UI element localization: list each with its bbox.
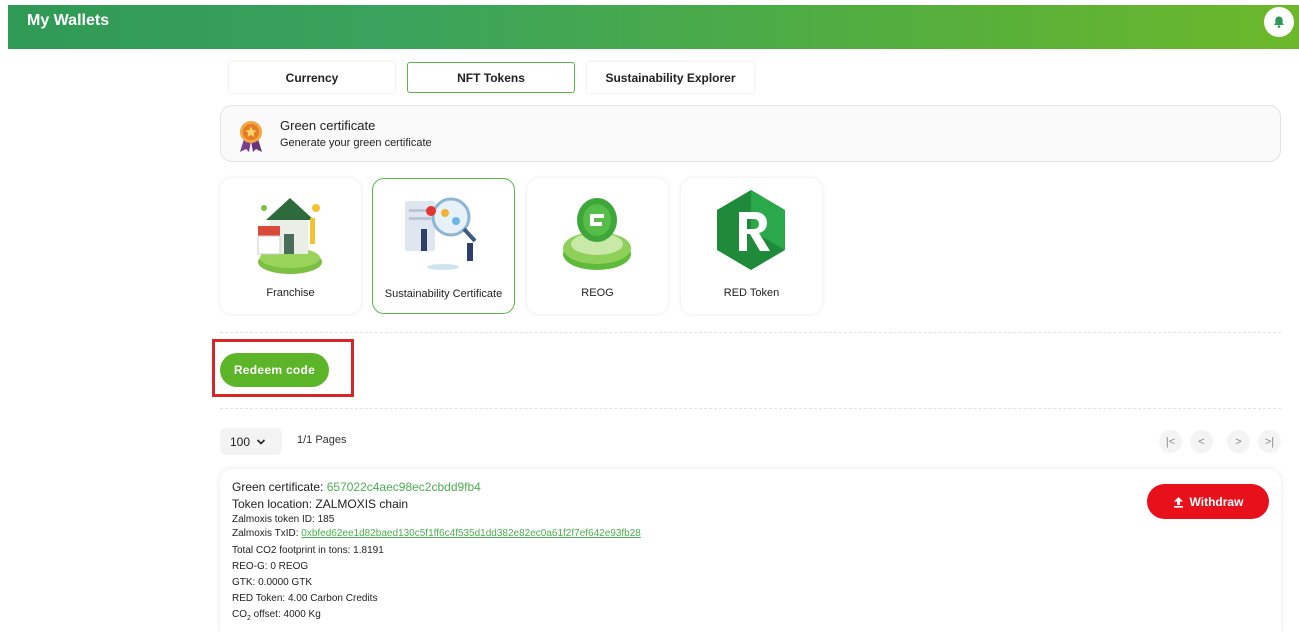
nft-card-sustainability-certificate[interactable]: Sustainability Certificate (372, 178, 515, 314)
token-id: Zalmoxis token ID: 185 (232, 514, 335, 525)
token-card: Green certificate: 657022c4aec98ec2cbdd9… (220, 469, 1281, 632)
txid-link[interactable]: 0xbfed62ee1d82baed130c5f1ff6c4f535d1dd38… (301, 528, 641, 539)
certificate-line: Green certificate: 657022c4aec98ec2cbdd9… (232, 480, 481, 494)
redeem-code-button[interactable]: Redeem code (220, 353, 329, 387)
gtk-balance: GTK: 0.0000 GTK (232, 577, 313, 588)
bell-icon (1274, 16, 1284, 28)
nft-card-reog[interactable]: REOG (527, 178, 668, 314)
co2-footprint: Total CO2 footprint in tons: 1.8191 (232, 545, 384, 556)
certificate-label: Green certificate: (232, 480, 327, 494)
nft-card-label: Franchise (266, 287, 315, 299)
award-medal-icon (240, 121, 262, 152)
upload-arrow-icon (1173, 496, 1183, 508)
tab-currency[interactable]: Currency (229, 62, 395, 93)
txid-label: Zalmoxis TxID: (232, 528, 302, 539)
red-token-hexagon-icon (717, 190, 785, 270)
tab-sustainability-explorer[interactable]: Sustainability Explorer (587, 62, 754, 93)
nft-card-label: Sustainability Certificate (384, 288, 503, 300)
nft-card-franchise[interactable]: Franchise (220, 178, 361, 314)
pages-indicator: 1/1 Pages (297, 434, 347, 446)
reog-balance: REO-G: 0 REOG (232, 561, 309, 572)
page-size-select[interactable]: 100 (220, 428, 282, 455)
co2-offset-prefix: CO (232, 609, 247, 620)
reog-coin-icon (563, 198, 631, 270)
franchise-house-icon (257, 198, 322, 274)
nft-card-label: REOG (581, 287, 614, 299)
certificate-title: Green certificate (280, 118, 376, 133)
section-divider (220, 332, 1281, 333)
withdraw-label: Withdraw (1189, 494, 1244, 509)
withdraw-button[interactable]: Withdraw (1147, 484, 1269, 519)
co2-offset-value: offset: 4000 Kg (250, 609, 321, 620)
certificate-subtitle: Generate your green certificate (280, 137, 432, 149)
top-header: My Wallets (8, 5, 1299, 49)
green-certificate-banner[interactable]: Green certificate Generate your green ce… (220, 105, 1281, 162)
next-page-button[interactable]: > (1227, 430, 1250, 453)
first-page-button[interactable]: |< (1159, 430, 1182, 453)
tab-nft-tokens[interactable]: NFT Tokens (407, 62, 575, 93)
last-page-button[interactable]: >| (1258, 430, 1281, 453)
red-token-balance: RED Token: 4.00 Carbon Credits (232, 593, 378, 604)
page-size-value: 100 (230, 434, 251, 449)
txid-line: Zalmoxis TxID: 0xbfed62ee1d82baed130c5f1… (232, 528, 641, 539)
chevron-down-icon (256, 438, 266, 445)
certificate-id: 657022c4aec98ec2cbdd9fb4 (326, 480, 481, 494)
nft-card-red-token[interactable]: RED Token (681, 178, 822, 314)
sustainability-certificate-icon (405, 197, 477, 270)
notifications-button[interactable] (1264, 7, 1294, 37)
page-title: My Wallets (27, 12, 110, 29)
token-location: Token location: ZALMOXIS chain (232, 497, 409, 511)
co2-offset: CO2 offset: 4000 Kg (232, 609, 321, 622)
prev-page-button[interactable]: < (1190, 430, 1213, 453)
nft-card-label: RED Token (723, 287, 780, 299)
section-divider (220, 408, 1281, 409)
